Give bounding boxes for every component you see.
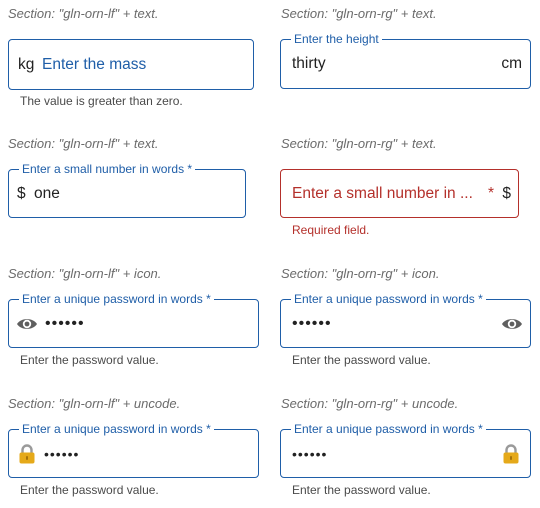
password-field-label: Enter a unique password in words * — [291, 292, 486, 306]
section-caption: Section: "gln-orn-lf" + uncode. — [8, 396, 181, 411]
dollar-prefix: $ — [17, 184, 26, 202]
height-field-label: Enter the height — [291, 32, 382, 46]
section-caption: Section: "gln-orn-rg" + icon. — [281, 266, 440, 281]
password-value: •••••• — [45, 314, 85, 332]
height-field[interactable]: Enter the height thirty cm — [280, 32, 531, 89]
lock-icon — [503, 443, 519, 463]
password-helper-text: Enter the password value. — [20, 353, 159, 367]
small-number-field-error[interactable]: Enter a small number in ... * $ — [280, 169, 519, 218]
password-value: •••••• — [292, 314, 332, 332]
password-value: •••••• — [292, 445, 328, 462]
password-field-left-unicode[interactable]: Enter a unique password in words * •••••… — [8, 422, 259, 478]
password-field-label: Enter a unique password in words * — [291, 422, 486, 436]
mass-field[interactable]: kg Enter the mass — [8, 39, 254, 90]
cm-suffix: cm — [501, 55, 522, 72]
section-caption: Section: "gln-orn-lf" + text. — [8, 136, 159, 151]
mass-placeholder: Enter the mass — [42, 55, 147, 73]
section-caption: Section: "gln-orn-rg" + text. — [281, 6, 437, 21]
required-asterisk: * — [487, 184, 494, 202]
password-helper-text: Enter the password value. — [20, 483, 159, 497]
eye-icon[interactable] — [501, 316, 523, 332]
small-number-field[interactable]: Enter a small number in words * $ one — [8, 162, 246, 218]
eye-icon[interactable] — [16, 316, 38, 332]
dollar-suffix: $ — [502, 184, 511, 202]
small-number-field-label: Enter a small number in words * — [19, 162, 196, 176]
password-field-left-icon[interactable]: Enter a unique password in words * •••••… — [8, 292, 259, 348]
lock-icon — [19, 443, 35, 463]
password-value: •••••• — [44, 445, 80, 462]
section-caption: Section: "gln-orn-rg" + text. — [281, 136, 437, 151]
height-value: thirty — [292, 55, 326, 72]
section-caption: Section: "gln-orn-lf" + text. — [8, 6, 159, 21]
section-caption: Section: "gln-orn-lf" + icon. — [8, 266, 162, 281]
small-number-value: one — [34, 184, 60, 202]
kg-prefix: kg — [18, 55, 35, 73]
required-error-text: Required field. — [292, 223, 370, 237]
small-number-placeholder: Enter a small number in ... — [292, 184, 473, 202]
password-helper-text: Enter the password value. — [292, 483, 431, 497]
password-helper-text: Enter the password value. — [292, 353, 431, 367]
section-caption: Section: "gln-orn-rg" + uncode. — [281, 396, 459, 411]
mass-helper-text: The value is greater than zero. — [20, 94, 183, 108]
password-field-right-icon[interactable]: Enter a unique password in words * •••••… — [280, 292, 531, 348]
password-field-right-unicode[interactable]: Enter a unique password in words * •••••… — [280, 422, 531, 478]
password-field-label: Enter a unique password in words * — [19, 292, 214, 306]
password-field-label: Enter a unique password in words * — [19, 422, 214, 436]
